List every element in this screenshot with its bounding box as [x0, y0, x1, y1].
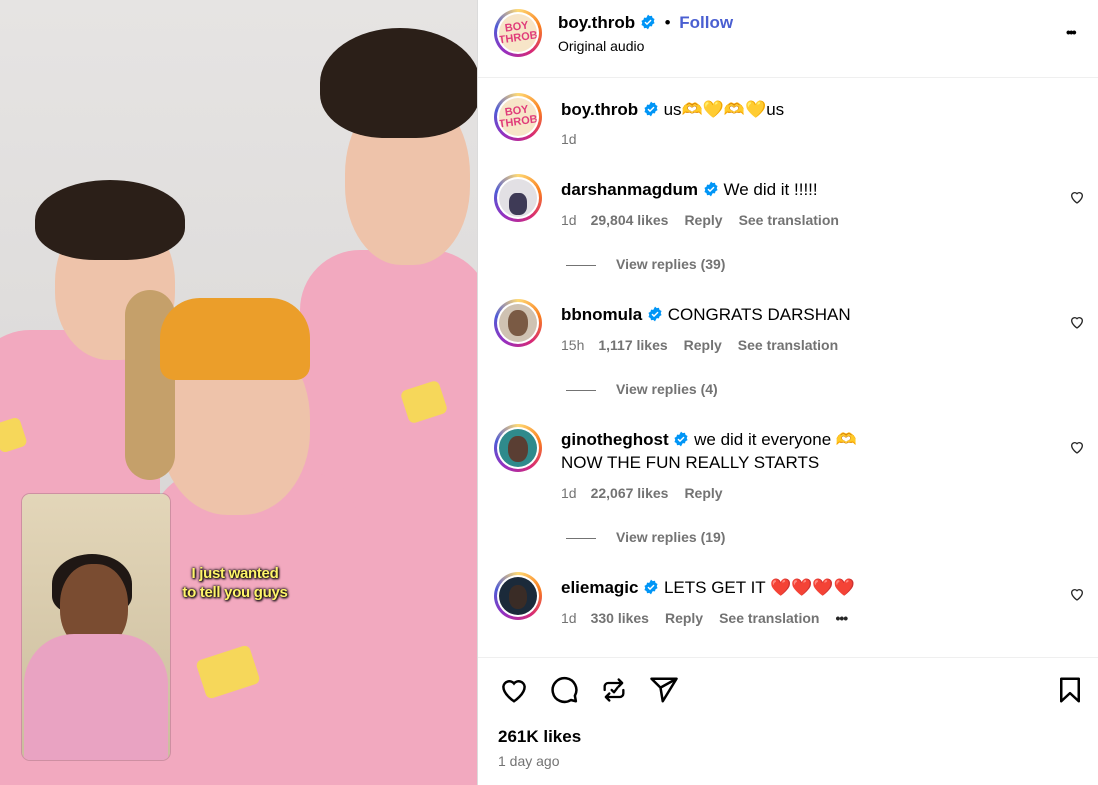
header-divider — [478, 77, 1098, 78]
save-bookmark-icon[interactable] — [1055, 675, 1085, 705]
author-username-text[interactable]: boy.throb — [558, 13, 635, 32]
subtitle-line: I just wanted — [191, 565, 279, 582]
comment-avatar[interactable] — [494, 424, 542, 472]
verified-badge-icon — [644, 579, 658, 595]
comment-likes[interactable]: 22,067 likes — [591, 485, 669, 501]
avatar-photo — [499, 577, 537, 615]
comment-time[interactable]: 1d — [561, 485, 577, 501]
comment-time[interactable]: 1d — [561, 212, 577, 228]
boythrob-logo: BOY THROB — [499, 98, 537, 136]
comment-text: we did it everyone 🫶 — [694, 430, 858, 449]
verified-badge-icon — [641, 14, 655, 30]
subtitle-line: to tell you guys — [182, 584, 288, 601]
verified-badge-icon — [648, 306, 662, 322]
reply-button[interactable]: Reply — [665, 610, 703, 626]
video-person-shape — [150, 470, 360, 785]
view-replies-button[interactable]: View replies (39) — [566, 256, 725, 272]
author-avatar[interactable]: BOY THROB — [494, 9, 542, 57]
reply-button[interactable]: Reply — [684, 212, 722, 228]
comment-line: ginotheghost we did it everyone 🫶 — [561, 430, 857, 450]
author-username[interactable]: boy.throb • Follow — [558, 13, 733, 33]
caption-line: boy.throb us🫶💛🫶💛us — [561, 100, 784, 120]
instagram-post-view: I just wanted to tell you guys BOY THROB… — [0, 0, 1098, 785]
video-person-shape — [35, 180, 185, 260]
comment-username[interactable]: eliemagic — [561, 578, 639, 597]
verified-badge-icon — [644, 101, 658, 117]
boythrob-logo: BOY THROB — [499, 14, 537, 52]
separator-dot: • — [664, 13, 671, 32]
comment-text: LETS GET IT ❤️❤️❤️❤️ — [663, 578, 855, 597]
caption-username[interactable]: boy.throb — [561, 100, 638, 119]
avatar-photo — [499, 429, 537, 467]
inset-video — [22, 494, 170, 760]
comment-like-heart-icon[interactable] — [1069, 586, 1085, 602]
comment-more-button[interactable]: ••• — [835, 610, 848, 626]
see-translation-button[interactable]: See translation — [739, 212, 839, 228]
comment-time[interactable]: 1d — [561, 610, 577, 626]
video-subtitle: I just wanted to tell you guys — [170, 564, 300, 602]
comment-text: We did it !!!!! — [723, 180, 818, 199]
total-likes[interactable]: 261K likes — [498, 727, 581, 747]
audio-label[interactable]: Original audio — [558, 38, 644, 54]
panel-divider — [477, 0, 478, 785]
view-replies-button[interactable]: View replies (19) — [566, 529, 725, 545]
comment-text: CONGRATS DARSHAN — [667, 305, 851, 324]
comment-time[interactable]: 15h — [561, 337, 584, 353]
caption-avatar[interactable]: BOY THROB — [494, 93, 542, 141]
video-person-shape — [320, 28, 477, 138]
verified-badge-icon — [704, 181, 718, 197]
video-player[interactable]: I just wanted to tell you guys — [0, 0, 477, 785]
comment-meta: 1d 22,067 likes Reply — [561, 485, 739, 501]
comment-likes[interactable]: 330 likes — [591, 610, 649, 626]
comment-bubble-icon[interactable] — [549, 675, 579, 705]
avatar-photo — [499, 179, 537, 217]
comment-line: eliemagic LETS GET IT ❤️❤️❤️❤️ — [561, 578, 855, 598]
comment-username[interactable]: bbnomula — [561, 305, 642, 324]
repost-icon[interactable] — [600, 676, 628, 704]
reply-button[interactable]: Reply — [684, 337, 722, 353]
inset-person-shape — [24, 634, 168, 760]
comment-line: bbnomula CONGRATS DARSHAN — [561, 305, 851, 325]
avatar-photo — [499, 304, 537, 342]
view-replies-button[interactable]: View replies (4) — [566, 381, 718, 397]
comment-likes[interactable]: 29,804 likes — [591, 212, 669, 228]
comment-like-heart-icon[interactable] — [1069, 439, 1085, 455]
comment-line: darshanmagdum We did it !!!!! — [561, 180, 818, 200]
reply-button[interactable]: Reply — [684, 485, 722, 501]
follow-button[interactable]: Follow — [679, 13, 733, 32]
video-person-shape — [160, 298, 310, 380]
caption-text: us🫶💛🫶💛us — [663, 100, 785, 119]
actions-divider — [478, 657, 1098, 658]
verified-badge-icon — [674, 431, 688, 447]
post-date[interactable]: 1 day ago — [498, 753, 560, 769]
comment-avatar[interactable] — [494, 299, 542, 347]
comment-username[interactable]: darshanmagdum — [561, 180, 698, 199]
comment-meta: 1d 330 likes Reply See translation ••• — [561, 610, 848, 626]
comment-avatar[interactable] — [494, 174, 542, 222]
comment-text-line2: NOW THE FUN REALLY STARTS — [561, 453, 820, 472]
comment-likes[interactable]: 1,117 likes — [598, 337, 667, 353]
comment-like-heart-icon[interactable] — [1069, 189, 1085, 205]
see-translation-button[interactable]: See translation — [719, 610, 819, 626]
comment-avatar[interactable] — [494, 572, 542, 620]
share-send-icon[interactable] — [649, 675, 679, 705]
comment-meta: 1d 29,804 likes Reply See translation — [561, 212, 855, 228]
comment-username[interactable]: ginotheghost — [561, 430, 669, 449]
comment-like-heart-icon[interactable] — [1069, 314, 1085, 330]
caption-time[interactable]: 1d — [561, 131, 577, 147]
like-heart-icon[interactable] — [499, 675, 529, 705]
see-translation-button[interactable]: See translation — [738, 337, 838, 353]
more-options-button[interactable]: ••• — [1066, 24, 1077, 40]
comment-meta: 15h 1,117 likes Reply See translation — [561, 337, 854, 353]
